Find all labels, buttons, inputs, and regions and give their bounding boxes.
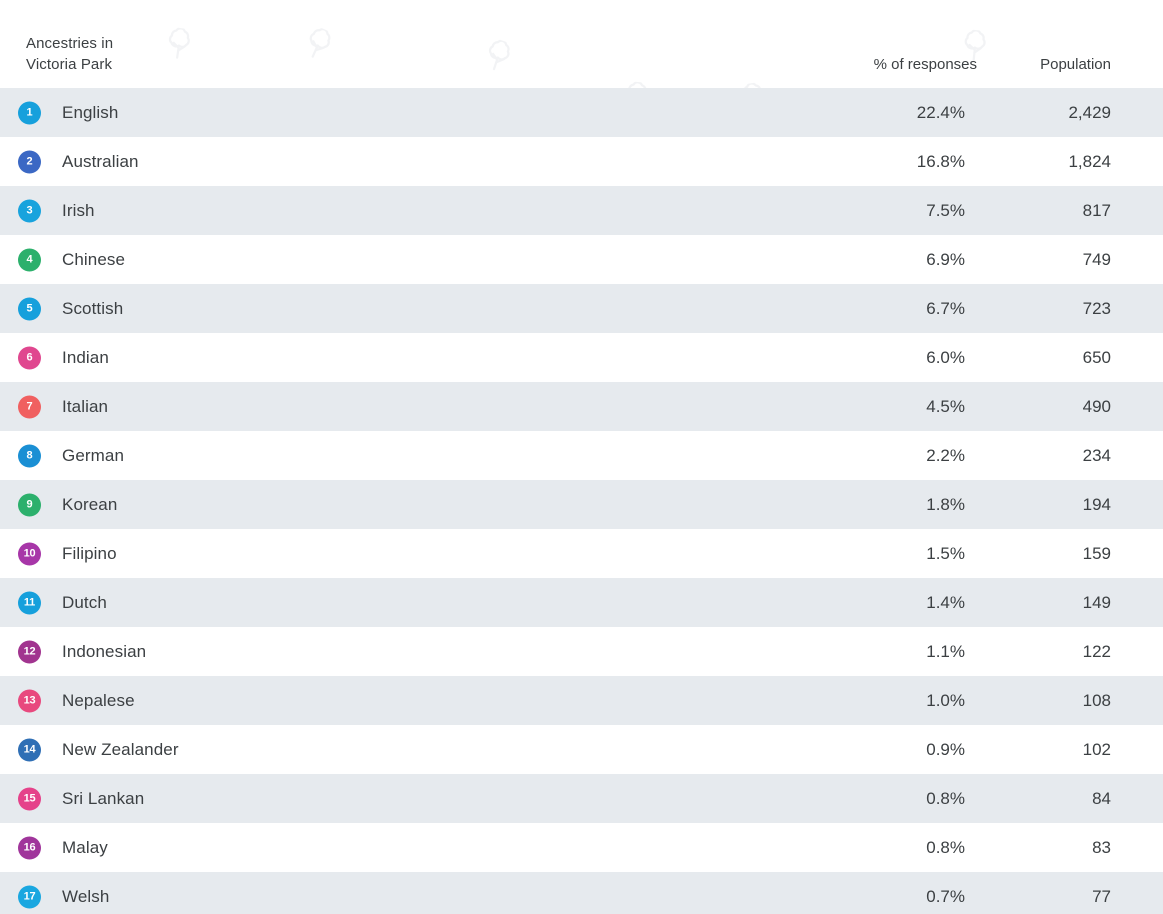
population-value: 723: [1082, 298, 1111, 318]
column-header-population[interactable]: Population: [1040, 56, 1111, 73]
ancestry-label: Sri Lankan: [62, 788, 145, 808]
table-row[interactable]: 16 Malay 0.8% 83: [0, 823, 1163, 872]
table-row[interactable]: 5 Scottish 6.7% 723: [0, 284, 1163, 333]
population-value: 234: [1082, 445, 1111, 465]
percent-value: 0.8%: [926, 788, 965, 808]
rank-badge: 16: [18, 836, 41, 859]
ancestry-label: English: [62, 102, 119, 122]
percent-value: 1.8%: [926, 494, 965, 514]
ancestry-label: Malay: [62, 837, 108, 857]
rank-badge: 2: [18, 150, 41, 173]
rank-badge: 11: [18, 591, 41, 614]
ancestry-label: Dutch: [62, 592, 107, 612]
percent-value: 16.8%: [916, 151, 965, 171]
percent-value: 0.8%: [926, 837, 965, 857]
population-value: 650: [1082, 347, 1111, 367]
rank-badge: 6: [18, 346, 41, 369]
percent-value: 1.4%: [926, 592, 965, 612]
rank-badge: 4: [18, 248, 41, 271]
rank-badge: 9: [18, 493, 41, 516]
population-value: 108: [1082, 690, 1111, 710]
rank-badge: 15: [18, 787, 41, 810]
table-row[interactable]: 12 Indonesian 1.1% 122: [0, 627, 1163, 676]
population-value: 149: [1082, 592, 1111, 612]
percent-value: 0.7%: [926, 886, 965, 906]
percent-value: 1.1%: [926, 641, 965, 661]
ancestries-table-widget: Ancestries in Victoria Park % of response…: [0, 0, 1163, 914]
rank-badge: 3: [18, 199, 41, 222]
population-value: 77: [1092, 886, 1111, 906]
table-row[interactable]: 3 Irish 7.5% 817: [0, 186, 1163, 235]
ancestry-label: Indian: [62, 347, 109, 367]
percent-value: 1.5%: [926, 543, 965, 563]
ancestry-label: Nepalese: [62, 690, 135, 710]
page-title: Ancestries in Victoria Park: [26, 33, 113, 75]
rank-badge: 10: [18, 542, 41, 565]
ancestry-label: Welsh: [62, 886, 110, 906]
rank-badge: 14: [18, 738, 41, 761]
percent-value: 0.9%: [926, 739, 965, 759]
table-row[interactable]: 13 Nepalese 1.0% 108: [0, 676, 1163, 725]
ancestry-label: New Zealander: [62, 739, 179, 759]
table-row[interactable]: 15 Sri Lankan 0.8% 84: [0, 774, 1163, 823]
ancestry-label: Filipino: [62, 543, 117, 563]
page-title-line2: Victoria Park: [26, 56, 113, 73]
table-row[interactable]: 10 Filipino 1.5% 159: [0, 529, 1163, 578]
ancestry-label: Australian: [62, 151, 139, 171]
population-value: 1,824: [1068, 151, 1111, 171]
table-row[interactable]: 9 Korean 1.8% 194: [0, 480, 1163, 529]
rank-badge: 7: [18, 395, 41, 418]
ancestry-label: Scottish: [62, 298, 124, 318]
table-row[interactable]: 4 Chinese 6.9% 749: [0, 235, 1163, 284]
percent-value: 6.7%: [926, 298, 965, 318]
table-body: 1 English 22.4% 2,429 2 Australian 16.8% 1,824 3…: [0, 88, 1163, 914]
ancestry-label: German: [62, 445, 125, 465]
percent-value: 7.5%: [926, 200, 965, 220]
table-row[interactable]: 7 Italian 4.5% 490: [0, 382, 1163, 431]
population-value: 122: [1082, 641, 1111, 661]
ancestry-label: Italian: [62, 396, 109, 416]
percent-value: 6.9%: [926, 249, 965, 269]
population-value: 194: [1082, 494, 1111, 514]
table-row[interactable]: 1 English 22.4% 2,429: [0, 88, 1163, 137]
ancestry-label: Chinese: [62, 249, 126, 269]
percent-value: 4.5%: [926, 396, 965, 416]
percent-value: 6.0%: [926, 347, 965, 367]
table-row[interactable]: 11 Dutch 1.4% 149: [0, 578, 1163, 627]
ancestry-label: Indonesian: [62, 641, 147, 661]
rank-badge: 13: [18, 689, 41, 712]
rank-badge: 5: [18, 297, 41, 320]
ancestry-label: Irish: [62, 200, 95, 220]
percent-value: 1.0%: [926, 690, 965, 710]
table-row[interactable]: 6 Indian 6.0% 650: [0, 333, 1163, 382]
population-value: 2,429: [1068, 102, 1111, 122]
population-value: 159: [1082, 543, 1111, 563]
percent-value: 22.4%: [916, 102, 965, 122]
rank-badge: 1: [18, 101, 41, 124]
table-row[interactable]: 14 New Zealander 0.9% 102: [0, 725, 1163, 774]
population-value: 102: [1082, 739, 1111, 759]
table-row[interactable]: 8 German 2.2% 234: [0, 431, 1163, 480]
ancestry-label: Korean: [62, 494, 118, 514]
population-value: 490: [1082, 396, 1111, 416]
population-value: 817: [1082, 200, 1111, 220]
rank-badge: 12: [18, 640, 41, 663]
percent-value: 2.2%: [926, 445, 965, 465]
population-value: 749: [1082, 249, 1111, 269]
page-title-line1: Ancestries in: [26, 35, 114, 52]
rank-badge: 17: [18, 885, 41, 908]
table-row[interactable]: 17 Welsh 0.7% 77: [0, 872, 1163, 914]
population-value: 84: [1092, 788, 1111, 808]
column-header-percent[interactable]: % of responses: [874, 56, 977, 73]
rank-badge: 8: [18, 444, 41, 467]
table-row[interactable]: 2 Australian 16.8% 1,824: [0, 137, 1163, 186]
population-value: 83: [1092, 837, 1111, 857]
table-header: Ancestries in Victoria Park % of response…: [0, 0, 1163, 88]
